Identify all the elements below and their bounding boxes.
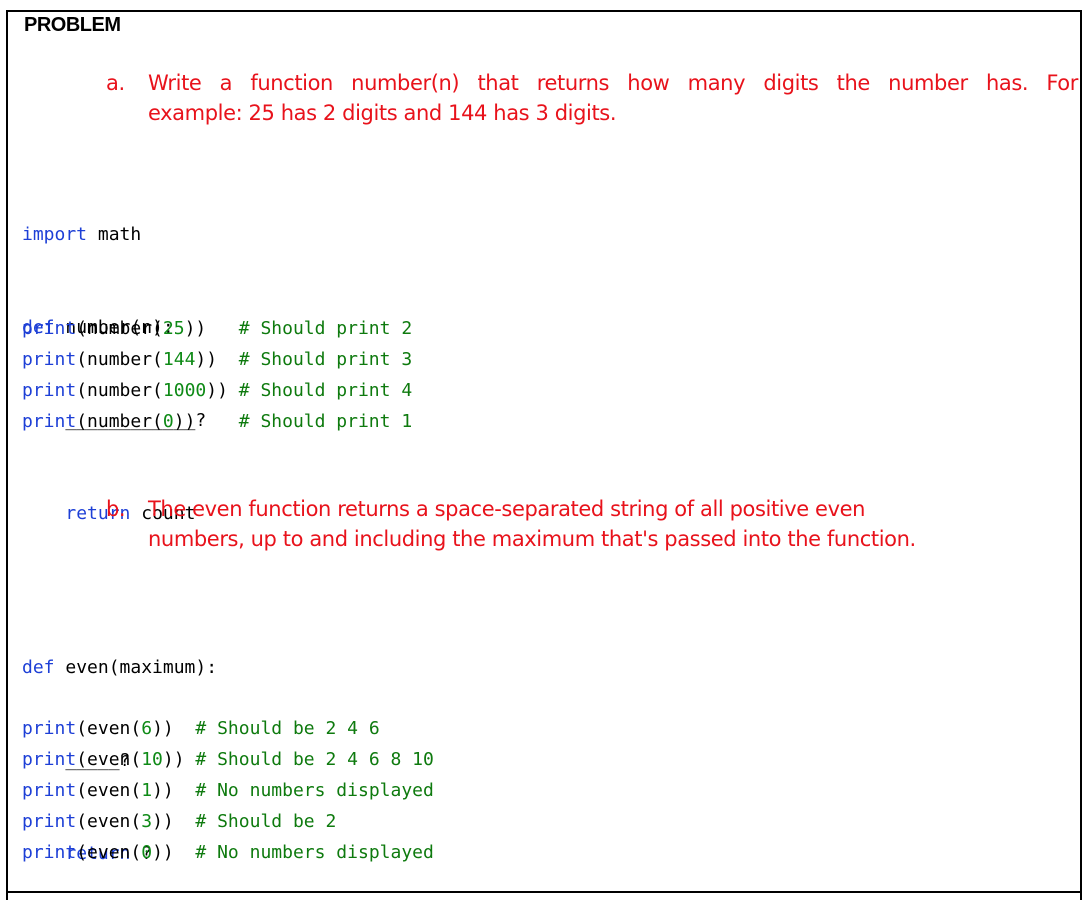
code-comment: # No numbers displayed bbox=[195, 780, 434, 801]
task-b-description: b. The even function returns a space-sep… bbox=[106, 494, 1078, 554]
code-keyword: def bbox=[22, 657, 55, 678]
test-line: print(number(0)) # Should print 1 bbox=[22, 406, 412, 437]
task-b-line-2: numbers, up to and including the maximum… bbox=[148, 527, 916, 551]
code-number: 1 bbox=[141, 780, 153, 801]
code-text: (number( bbox=[76, 349, 163, 370]
code-keyword: print bbox=[22, 749, 77, 770]
code-text: (even( bbox=[76, 811, 142, 832]
code-keyword: print bbox=[22, 811, 77, 832]
code-keyword: print bbox=[22, 349, 77, 370]
task-a-marker: a. bbox=[106, 71, 125, 95]
code-comment: # Should print 1 bbox=[238, 411, 413, 432]
test-line: print(number(1000)) # Should print 4 bbox=[22, 375, 412, 406]
test-line: print(even(1)) # No numbers displayed bbox=[22, 775, 434, 806]
test-line: print(even(10)) # Should be 2 4 6 8 10 bbox=[22, 744, 434, 775]
task-a-description: a. Write a function number(n) that retur… bbox=[106, 68, 1078, 128]
problem-heading: PROBLEM bbox=[24, 14, 121, 36]
test-line: print(even(0)) # No numbers displayed bbox=[22, 837, 434, 868]
task-b-marker: b. bbox=[106, 497, 126, 521]
code-text: )) bbox=[152, 718, 196, 739]
code-comment: # Should be 2 4 6 8 10 bbox=[195, 749, 434, 770]
code-text: (even( bbox=[76, 842, 142, 863]
code-text: )) bbox=[152, 842, 196, 863]
task-a-line-1: Write a function number(n) that returns … bbox=[148, 71, 1078, 95]
code-line: def even(maximum): bbox=[22, 652, 217, 683]
code-number: 6 bbox=[141, 718, 153, 739]
code-comment: # No numbers displayed bbox=[195, 842, 434, 863]
code-text: (even( bbox=[76, 780, 142, 801]
code-number: 25 bbox=[162, 318, 185, 339]
code-text: even(maximum): bbox=[54, 657, 218, 678]
task-b-line-1: The even function returns a space-separa… bbox=[148, 497, 866, 521]
code-comment: # Should be 2 4 6 bbox=[195, 718, 380, 739]
code-number: 10 bbox=[141, 749, 163, 770]
code-block-number-tests: print(number(25)) # Should print 2 print(… bbox=[22, 313, 412, 437]
code-comment: # Should be 2 bbox=[195, 811, 337, 832]
test-line: print(number(144)) # Should print 3 bbox=[22, 344, 412, 375]
code-text: )) bbox=[173, 411, 239, 432]
code-comment: # Should print 2 bbox=[238, 318, 413, 339]
code-keyword: print bbox=[22, 411, 77, 432]
code-comment: # Should print 4 bbox=[238, 380, 413, 401]
code-number: 0 bbox=[141, 842, 153, 863]
code-text: (number( bbox=[76, 411, 163, 432]
code-text: (even( bbox=[76, 749, 142, 770]
code-text: )) bbox=[152, 811, 196, 832]
task-a-line-2: example: 25 has 2 digits and 144 has 3 d… bbox=[148, 101, 617, 125]
code-line: import math bbox=[22, 219, 206, 250]
code-text: )) bbox=[206, 380, 239, 401]
code-text: (number( bbox=[76, 380, 163, 401]
code-text: )) bbox=[152, 780, 196, 801]
code-keyword: import bbox=[22, 224, 88, 245]
code-block-even-tests: print(even(6)) # Should be 2 4 6 print(ev… bbox=[22, 713, 434, 868]
code-keyword: print bbox=[22, 780, 77, 801]
code-text: )) bbox=[195, 349, 239, 370]
code-text: )) bbox=[184, 318, 239, 339]
code-comment: # Should print 3 bbox=[238, 349, 413, 370]
test-line: print(even(6)) # Should be 2 4 6 bbox=[22, 713, 434, 744]
code-keyword: print bbox=[22, 380, 77, 401]
code-text: math bbox=[87, 224, 142, 245]
code-number: 0 bbox=[162, 411, 174, 432]
code-keyword: print bbox=[22, 318, 77, 339]
test-line: print(number(25)) # Should print 2 bbox=[22, 313, 412, 344]
code-number: 1000 bbox=[162, 380, 207, 401]
code-number: 144 bbox=[162, 349, 196, 370]
test-line: print(even(3)) # Should be 2 bbox=[22, 806, 434, 837]
code-number: 3 bbox=[141, 811, 153, 832]
code-text: )) bbox=[162, 749, 196, 770]
code-text: (even( bbox=[76, 718, 142, 739]
code-text: (number( bbox=[76, 318, 163, 339]
code-keyword: print bbox=[22, 718, 77, 739]
code-keyword: print bbox=[22, 842, 77, 863]
